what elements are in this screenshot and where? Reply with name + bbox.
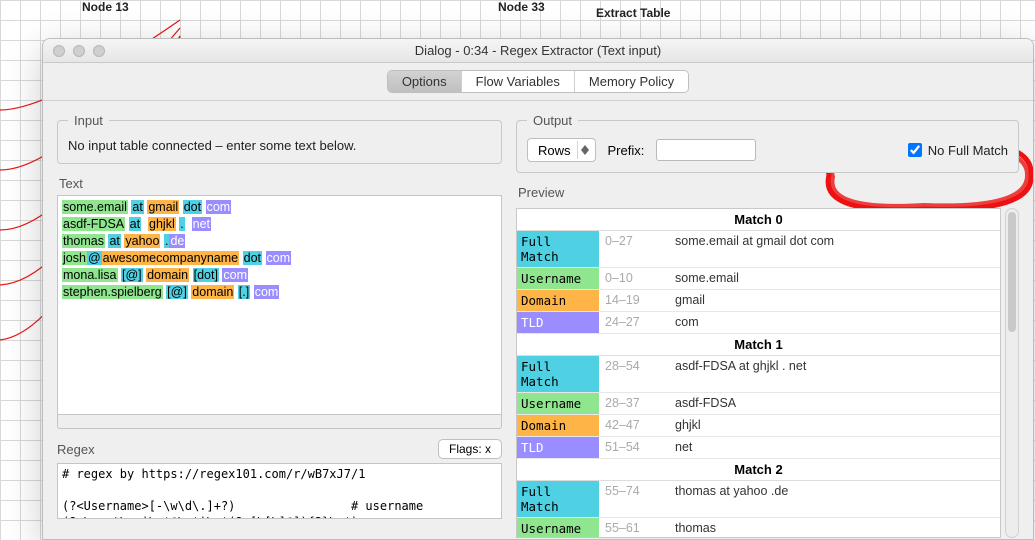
group-chip: Full Match <box>517 231 599 267</box>
preview-row: TLD51–54net <box>517 437 1000 459</box>
no-full-match-option[interactable]: No Full Match <box>908 143 1008 158</box>
preview-row: TLD24–27com <box>517 312 1000 334</box>
node-label-13: Node 13 <box>82 0 129 14</box>
match-range: 55–74 <box>599 481 669 517</box>
group-chip: Domain <box>517 415 599 436</box>
preview-row: Username55–61thomas <box>517 518 1000 538</box>
prefix-field[interactable] <box>656 139 756 161</box>
text-label: Text <box>59 176 502 191</box>
match-range: 42–47 <box>599 415 669 436</box>
group-chip: TLD <box>517 312 599 333</box>
preview-row: Username28–37asdf-FDSA <box>517 393 1000 415</box>
tab-options[interactable]: Options <box>388 71 462 92</box>
preview-table: Match 0Full Match0–27some.email at gmail… <box>516 208 1001 538</box>
tab-memory-policy[interactable]: Memory Policy <box>575 71 688 92</box>
match-value: ghjkl <box>669 415 1000 436</box>
titlebar[interactable]: Dialog - 0:34 - Regex Extractor (Text in… <box>43 39 1033 63</box>
input-fieldset: Input No input table connected – enter s… <box>57 113 502 164</box>
tab-bar: Options Flow Variables Memory Policy <box>43 63 1033 101</box>
match-value: some.email at gmail dot com <box>669 231 1000 267</box>
output-fieldset: Output Rows Prefix: No Full Match <box>516 113 1019 173</box>
tab-flow-variables[interactable]: Flow Variables <box>462 71 575 92</box>
preview-row: Full Match28–54asdf-FDSA at ghjkl . net <box>517 356 1000 393</box>
match-value: gmail <box>669 290 1000 311</box>
group-chip: Full Match <box>517 356 599 392</box>
match-header: Match 2 <box>517 459 1000 481</box>
match-value: asdf-FDSA at ghjkl . net <box>669 356 1000 392</box>
preview-row: Domain14–19gmail <box>517 290 1000 312</box>
match-range: 51–54 <box>599 437 669 458</box>
output-mode-select[interactable]: Rows <box>527 138 596 162</box>
group-chip: Username <box>517 393 599 414</box>
flags-button[interactable]: Flags: x <box>438 439 502 459</box>
group-chip: Domain <box>517 290 599 311</box>
preview-row: Full Match55–74thomas at yahoo .de <box>517 481 1000 518</box>
group-chip: Username <box>517 518 599 538</box>
match-value: some.email <box>669 268 1000 289</box>
regex-label: Regex <box>57 442 95 457</box>
match-value: com <box>669 312 1000 333</box>
match-range: 0–27 <box>599 231 669 267</box>
group-chip: Username <box>517 268 599 289</box>
vertical-scrollbar[interactable] <box>1005 208 1019 538</box>
match-range: 55–61 <box>599 518 669 538</box>
match-range: 28–54 <box>599 356 669 392</box>
match-range: 24–27 <box>599 312 669 333</box>
output-mode-value: Rows <box>538 143 571 158</box>
no-full-match-label: No Full Match <box>928 143 1008 158</box>
input-message: No input table connected – enter some te… <box>68 138 491 153</box>
text-input[interactable]: some.email at gmail dot comasdf-FDSA at … <box>57 195 502 415</box>
node-label-extract: Extract Table <box>596 6 670 20</box>
input-legend: Input <box>68 113 109 128</box>
regex-input[interactable]: # regex by https://regex101.com/r/wB7xJ7… <box>57 463 502 519</box>
preview-row: Username0–10some.email <box>517 268 1000 290</box>
no-full-match-checkbox[interactable] <box>908 143 922 157</box>
match-value: thomas at yahoo .de <box>669 481 1000 517</box>
match-header: Match 0 <box>517 209 1000 231</box>
window-title: Dialog - 0:34 - Regex Extractor (Text in… <box>43 43 1033 58</box>
horizontal-scrollbar[interactable] <box>57 415 502 429</box>
match-header: Match 1 <box>517 334 1000 356</box>
chevron-updown-icon <box>577 141 593 159</box>
node-label-33: Node 33 <box>498 0 545 14</box>
match-range: 14–19 <box>599 290 669 311</box>
group-chip: TLD <box>517 437 599 458</box>
preview-row: Domain42–47ghjkl <box>517 415 1000 437</box>
output-legend: Output <box>527 113 578 128</box>
preview-row: Full Match0–27some.email at gmail dot co… <box>517 231 1000 268</box>
match-value: thomas <box>669 518 1000 538</box>
match-range: 0–10 <box>599 268 669 289</box>
dialog-window: Dialog - 0:34 - Regex Extractor (Text in… <box>42 38 1034 540</box>
prefix-label: Prefix: <box>608 143 645 158</box>
match-value: asdf-FDSA <box>669 393 1000 414</box>
match-value: net <box>669 437 1000 458</box>
match-range: 28–37 <box>599 393 669 414</box>
preview-label: Preview <box>518 185 1019 200</box>
group-chip: Full Match <box>517 481 599 517</box>
